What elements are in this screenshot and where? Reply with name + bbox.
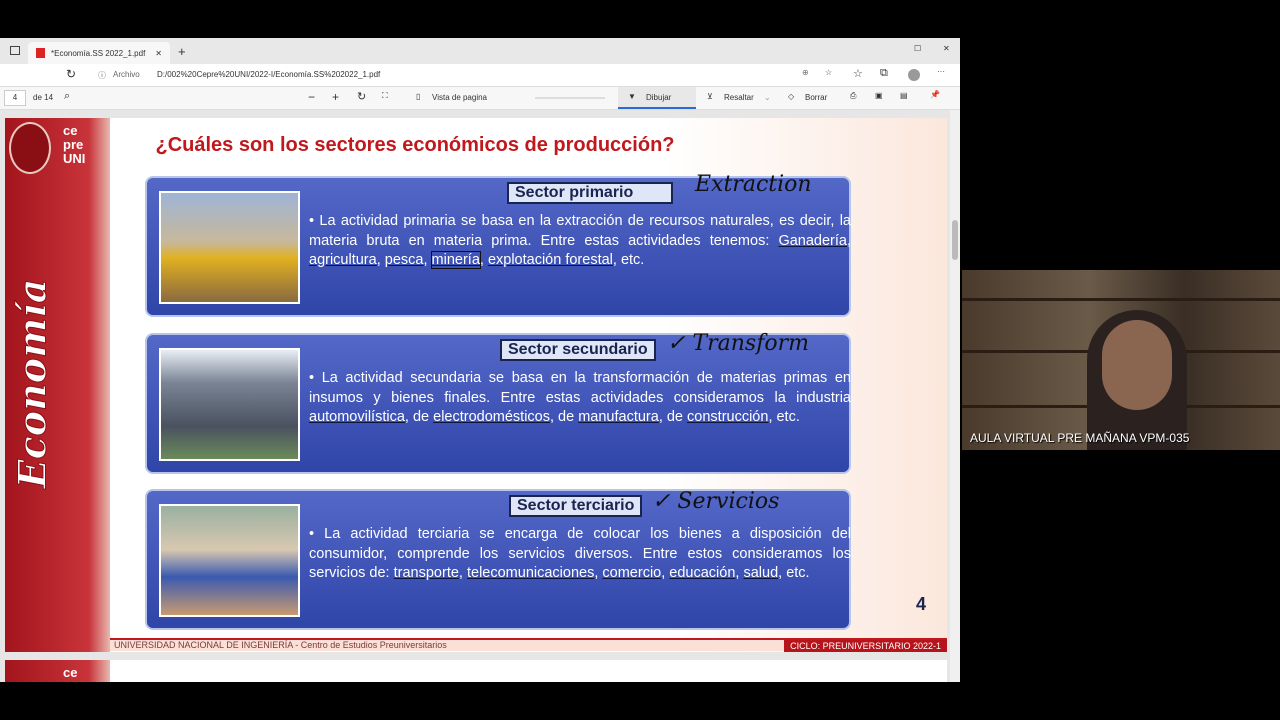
pdf-viewer: ce pre UNI Economía ¿Cuáles son los sector… [0,110,950,682]
uni-logo [9,122,51,174]
new-tab-button[interactable]: + [178,44,186,59]
webcam-video: AULA VIRTUAL PRE MAÑANA VPM-035 [962,270,1280,450]
pdf-page-5: ce [5,660,947,682]
read-aloud-icon[interactable]: ☆ [825,68,832,77]
slide-side-band: ce [5,660,110,682]
page-number-input[interactable]: 4 [4,90,26,106]
sector-card-primary: Sector primario Extraction • La activida… [145,172,851,317]
cepre-logo-text: ce [63,665,78,680]
handwritten-note: ✓ Servicios [652,489,780,514]
browser-window: *Economía.SS 2022_1.pdf ✕ + ☐ ✕ ↻ ⓘ Arch… [0,38,960,682]
slide-footer: UNIVERSIDAD NACIONAL DE INGENIERÍA - Cen… [110,638,947,652]
address-prefix: Archivo [113,70,140,79]
draw-icon: ▼ [628,92,636,101]
highlight-icon: ⊻ [707,92,713,101]
pdf-icon [36,48,45,58]
save-icon[interactable]: ▣ [875,91,883,100]
draw-label: Dibujar [646,93,672,102]
handwritten-note: Extraction [695,172,812,197]
sector-label: Sector primario [507,182,673,204]
mining-truck-image [159,191,300,304]
search-icon[interactable]: ⌕ [64,90,70,103]
pdf-toolbar: 4 de 14 ⌕ − + ↻ ⛶ ▯ Vista de pagina ▼ Di… [0,86,960,110]
handwritten-note: ✓ Transform [667,331,809,356]
presenter-face [1102,320,1172,410]
url-field[interactable]: D:/002%20Cepre%20UNI/2022-I/Economía.SS%… [157,70,380,79]
slide-page-number: 4 [916,594,927,614]
highlight-dropdown-icon[interactable]: ⌄ [764,93,771,102]
vertical-scrollbar[interactable] [950,110,960,682]
side-title: Economía [9,278,55,489]
footer-institution: UNIVERSIDAD NACIONAL DE INGENIERÍA - Cen… [114,640,447,650]
zoom-out-button[interactable]: − [308,90,315,104]
print-icon[interactable]: ⎙ [850,91,856,101]
more-menu-icon[interactable]: ··· [937,67,945,76]
tab-title: *Economía.SS 2022_1.pdf [51,48,146,58]
slide-title: ¿Cuáles son los sectores económicos de p… [155,134,675,156]
classroom-image [159,504,300,617]
cepre-logo-text: ce pre UNI [63,123,86,166]
sector-description: • La actividad primaria se basa en la ex… [309,213,851,269]
building-image [159,348,300,461]
draw-button[interactable]: ▼ Dibujar [618,87,696,109]
sector-description: • La actividad secundaria se basa en la … [309,370,852,425]
footer-cycle: CICLO: PREUNIVERSITARIO 2022-1 [784,640,947,652]
pin-toolbar-icon[interactable]: 📌 [930,90,940,99]
tab-actions-icon[interactable] [10,46,20,55]
page-total: de 14 [33,93,54,102]
rotate-icon[interactable]: ↻ [357,90,366,103]
profile-avatar[interactable] [908,69,920,81]
read-aloud-disabled [535,97,605,99]
sector-card-secondary: Sector secundario ✓ Transform • La activ… [145,331,852,474]
page-view-icon: ▯ [416,92,421,101]
sector-label: Sector secundario [500,339,656,361]
slide-side-band: ce pre UNI Economía [5,118,110,652]
save-as-icon[interactable]: ▤ [900,91,908,100]
scrollbar-thumb[interactable] [952,220,958,260]
tab-bar: *Economía.SS 2022_1.pdf ✕ + ☐ ✕ [0,38,960,64]
sector-label: Sector terciario [509,495,643,517]
info-icon: ⓘ [98,71,106,80]
tab-pdf[interactable]: *Economía.SS 2022_1.pdf ✕ [28,42,170,64]
page-view-button[interactable]: Vista de pagina [432,93,487,102]
erase-button[interactable]: Borrar [805,93,827,102]
maximize-button[interactable]: ☐ [914,44,921,53]
pdf-page-4: ce pre UNI Economía ¿Cuáles son los sector… [5,118,947,652]
fit-page-icon[interactable]: ⛶ [382,91,388,101]
webcam-label: AULA VIRTUAL PRE MAÑANA VPM-035 [970,431,1190,445]
eraser-icon: ◇ [788,92,795,101]
highlight-button[interactable]: Resaltar [724,93,754,102]
address-bar: ↻ ⓘ Archivo D:/002%20Cepre%20UNI/2022-I/… [0,64,960,86]
favorites-icon[interactable]: ☆ [853,67,863,80]
collections-icon[interactable]: ⧉ [880,67,888,80]
sector-description: • La actividad terciaria se encarga de c… [309,526,851,581]
close-tab-icon[interactable]: ✕ [155,49,162,58]
zoom-icon[interactable]: ⊕ [802,68,809,77]
zoom-in-button[interactable]: + [332,90,339,104]
close-window-button[interactable]: ✕ [943,44,950,53]
refresh-icon[interactable]: ↻ [66,67,76,81]
sector-card-tertiary: Sector terciario ✓ Servicios • La activi… [145,489,851,630]
